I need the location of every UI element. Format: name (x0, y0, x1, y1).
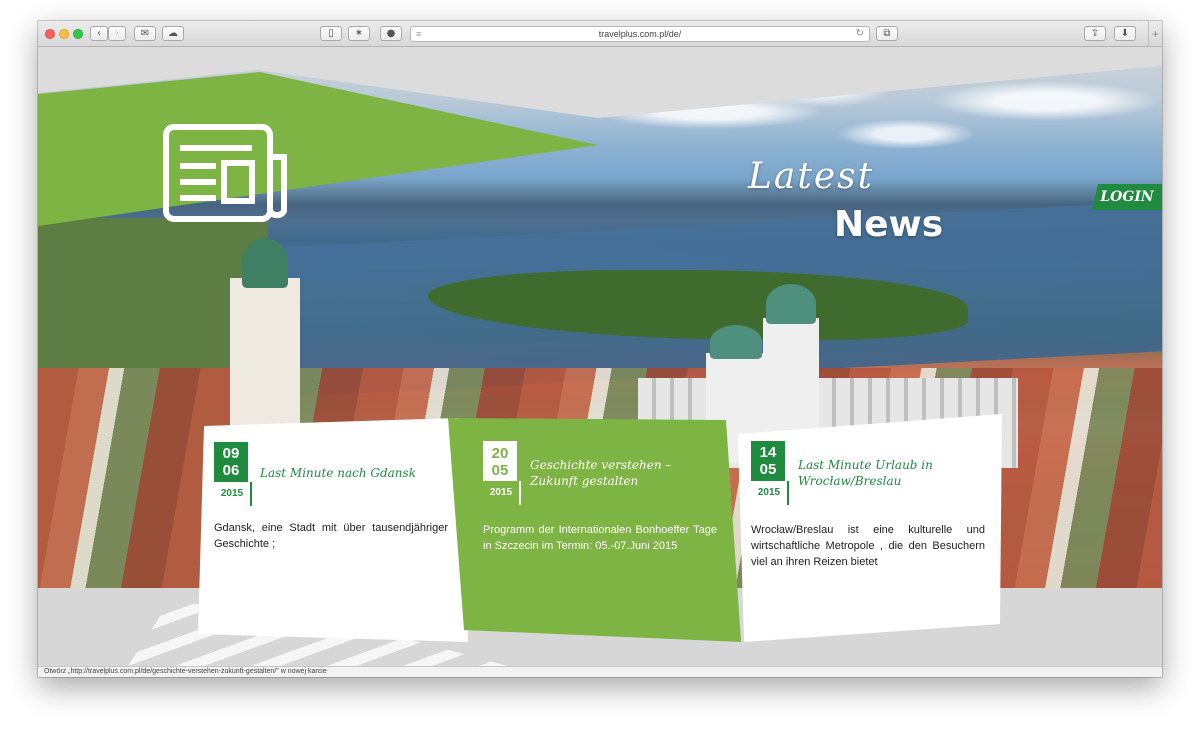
date-badge: 20 05 2015 (483, 441, 521, 505)
browser-toolbar: ‹ › ✉ ☁ ▯ ✶ ● ≡ travelplus.com.pl/de/ ↻ … (38, 21, 1162, 47)
share-icon: ⇪ (1090, 28, 1100, 39)
page-icon: ≡ (416, 29, 422, 39)
adblock-button[interactable]: ● (380, 26, 402, 41)
reader-button[interactable]: ✶ (348, 26, 370, 41)
cloud-button[interactable]: ☁ (162, 26, 184, 41)
new-tab-icon: + (1151, 27, 1159, 41)
news-card[interactable]: 14 05 2015 Last Minute Urlaub in Wrocław… (738, 414, 1003, 642)
forward-button[interactable]: › (108, 26, 126, 41)
date-month: 05 (759, 461, 777, 478)
mail-icon: ✉ (140, 28, 150, 39)
news-title[interactable]: Last Minute nach Gdansk (260, 465, 450, 481)
news-excerpt: Wrocław/Breslau ist eine kulturelle und … (751, 524, 985, 568)
url-text: travelplus.com.pl/de/ (598, 29, 682, 39)
date-day: 20 (491, 445, 509, 462)
back-button[interactable]: ‹ (90, 26, 108, 41)
date-badge: 09 06 2015 (214, 442, 252, 506)
newspaper-icon (163, 124, 287, 222)
sidebar-icon: ▯ (328, 28, 334, 39)
dome (710, 325, 762, 359)
cloud-icon: ☁ (168, 28, 178, 39)
forward-icon: › (115, 28, 119, 39)
zoom-window-button[interactable] (73, 29, 83, 39)
tabs-button[interactable]: ⧉ (876, 26, 898, 41)
download-icon: ⬇ (1120, 28, 1130, 39)
login-button[interactable]: LOGIN (1092, 184, 1162, 210)
news-excerpt: Programm der Internationalen Bonhoeffer … (483, 524, 717, 552)
browser-window: ‹ › ✉ ☁ ▯ ✶ ● ≡ travelplus.com.pl/de/ ↻ … (38, 21, 1162, 677)
date-day: 14 (759, 444, 777, 461)
minimize-window-button[interactable] (59, 29, 69, 39)
adblock-icon: ● (386, 28, 396, 39)
date-year: 2015 (483, 481, 521, 505)
reader-icon: ✶ (354, 28, 364, 39)
share-button[interactable]: ⇪ (1084, 26, 1106, 41)
address-bar[interactable]: ≡ travelplus.com.pl/de/ ↻ (410, 26, 870, 42)
sidebar-button[interactable]: ▯ (320, 26, 342, 41)
dome (242, 238, 288, 288)
mail-button[interactable]: ✉ (134, 26, 156, 41)
date-day: 09 (222, 445, 240, 462)
section-title-news: News (834, 204, 944, 245)
date-month: 06 (222, 462, 240, 479)
date-day-month: 20 05 (483, 441, 517, 481)
dome (766, 284, 816, 324)
news-excerpt: Gdansk, eine Stadt mit über tausendjähri… (214, 522, 448, 550)
close-window-button[interactable] (45, 29, 55, 39)
reload-icon[interactable]: ↻ (856, 27, 864, 41)
date-year: 2015 (214, 482, 252, 506)
date-day-month: 14 05 (751, 441, 785, 481)
web-page: Latest News LOGIN 09 06 2015 Last Minute… (38, 48, 1162, 666)
date-year: 2015 (751, 481, 789, 505)
date-month: 05 (491, 462, 509, 479)
news-title[interactable]: Last Minute Urlaub in Wrocław/Breslau (798, 457, 978, 489)
date-day-month: 09 06 (214, 442, 248, 482)
back-icon: ‹ (97, 28, 101, 39)
new-tab-button[interactable]: + (1148, 21, 1162, 47)
section-title-latest: Latest (748, 156, 875, 197)
news-card[interactable]: 20 05 2015 Geschichte verstehen – Zukunf… (448, 418, 743, 642)
news-card[interactable]: 09 06 2015 Last Minute nach Gdansk Gdans… (198, 418, 470, 642)
download-button[interactable]: ⬇ (1114, 26, 1136, 41)
news-title[interactable]: Geschichte verstehen – Zukunft gestalten (530, 457, 720, 489)
tabs-icon: ⧉ (883, 28, 891, 39)
status-bar: Otwórz „http://travelplus.com.pl/de/gesc… (38, 666, 1162, 677)
date-badge: 14 05 2015 (751, 441, 789, 505)
